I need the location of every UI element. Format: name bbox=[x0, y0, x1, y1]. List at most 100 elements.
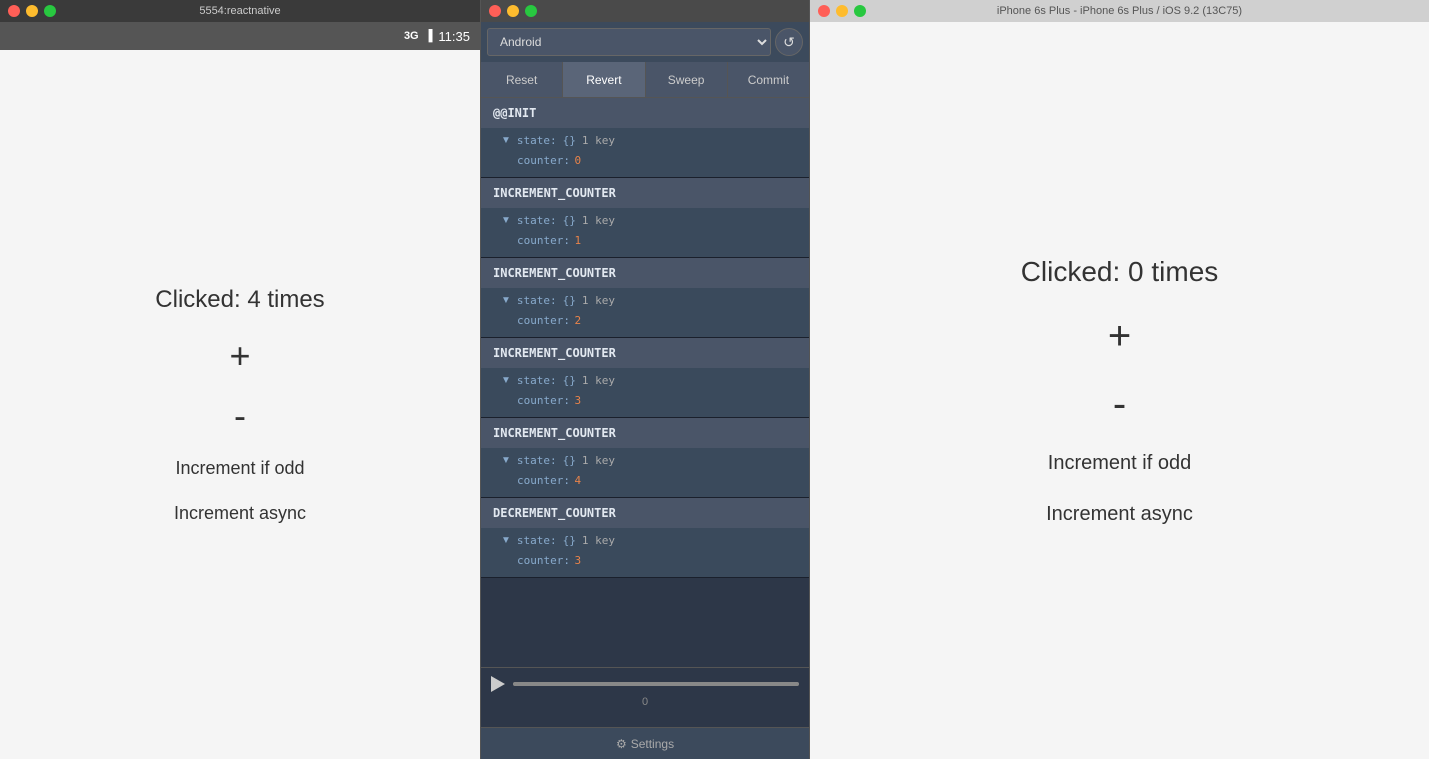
action-name-inc1: INCREMENT_COUNTER bbox=[493, 186, 616, 200]
revert-button[interactable]: Revert bbox=[563, 62, 645, 97]
counter-row-inc1: counter: 1 bbox=[501, 229, 797, 251]
counter-row-dec1: counter: 3 bbox=[501, 549, 797, 571]
left-title-bar: 5554:reactnative bbox=[0, 0, 480, 22]
maximize-icon[interactable] bbox=[525, 5, 537, 17]
counter-value-inc4: 4 bbox=[574, 474, 581, 487]
state-keys-init: 1 key bbox=[582, 134, 615, 147]
counter-row-inc3: counter: 3 bbox=[501, 389, 797, 411]
action-name-init: @@INIT bbox=[493, 106, 536, 120]
state-label-init: state: bbox=[517, 134, 557, 147]
state-keys-inc2: 1 key bbox=[582, 294, 615, 307]
action-group-inc2: INCREMENT_COUNTER ▼ state: {} 1 key coun… bbox=[481, 258, 809, 338]
action-state-inc4: ▼ state: {} 1 key counter: 4 bbox=[481, 448, 809, 497]
action-state-dec1: ▼ state: {} 1 key counter: 3 bbox=[481, 528, 809, 577]
action-header-init[interactable]: @@INIT bbox=[481, 98, 809, 128]
counter-label-init: counter: bbox=[517, 154, 570, 167]
action-header-dec1[interactable]: DECREMENT_COUNTER bbox=[481, 498, 809, 528]
state-row-dec1: ▼ state: {} 1 key bbox=[501, 532, 797, 549]
state-label-inc4: state: bbox=[517, 454, 557, 467]
platform-select[interactable]: AndroidiOS bbox=[487, 28, 771, 56]
action-header-inc4[interactable]: INCREMENT_COUNTER bbox=[481, 418, 809, 448]
ios-increment-async[interactable]: Increment async bbox=[1046, 503, 1193, 526]
close-icon[interactable] bbox=[8, 5, 20, 17]
minimize-icon[interactable] bbox=[26, 5, 38, 17]
android-plus-button[interactable]: + bbox=[229, 338, 250, 374]
right-window-title: iPhone 6s Plus - iPhone 6s Plus / iOS 9.… bbox=[997, 5, 1242, 17]
maximize-icon[interactable] bbox=[44, 5, 56, 17]
state-keys-inc4: 1 key bbox=[582, 454, 615, 467]
counter-label-dec1: counter: bbox=[517, 554, 570, 567]
state-brace-init: {} bbox=[563, 134, 576, 147]
android-minus-button[interactable]: - bbox=[234, 398, 246, 434]
action-header-inc3[interactable]: INCREMENT_COUNTER bbox=[481, 338, 809, 368]
action-group-init: @@INIT ▼ state: {} 1 key counter: 0 bbox=[481, 98, 809, 178]
state-keys-inc3: 1 key bbox=[582, 374, 615, 387]
ios-plus-button[interactable]: + bbox=[1108, 316, 1131, 356]
state-row-inc1: ▼ state: {} 1 key bbox=[501, 212, 797, 229]
action-header-inc2[interactable]: INCREMENT_COUNTER bbox=[481, 258, 809, 288]
close-icon[interactable] bbox=[818, 5, 830, 17]
state-keys-inc1: 1 key bbox=[582, 214, 615, 227]
ios-increment-odd[interactable]: Increment if odd bbox=[1048, 452, 1191, 475]
ios-simulator-panel: iPhone 6s Plus - iPhone 6s Plus / iOS 9.… bbox=[810, 0, 1429, 759]
minimize-icon[interactable] bbox=[836, 5, 848, 17]
state-label-inc3: state: bbox=[517, 374, 557, 387]
android-increment-odd[interactable]: Increment if odd bbox=[175, 458, 304, 479]
network-indicator: 3G bbox=[404, 30, 419, 42]
traffic-lights-right bbox=[818, 5, 866, 17]
state-row-inc4: ▼ state: {} 1 key bbox=[501, 452, 797, 469]
android-increment-async[interactable]: Increment async bbox=[174, 503, 306, 524]
state-keys-dec1: 1 key bbox=[582, 534, 615, 547]
counter-label-inc1: counter: bbox=[517, 234, 570, 247]
state-brace-inc1: {} bbox=[563, 214, 576, 227]
devtools-toolbar: AndroidiOS ↺ bbox=[481, 22, 809, 62]
android-emulator-panel: 5554:reactnative 3G ▐ 11:35 Clicked: 4 t… bbox=[0, 0, 480, 759]
state-brace-inc2: {} bbox=[563, 294, 576, 307]
settings-bar[interactable]: ⚙ Settings bbox=[481, 727, 809, 759]
arrow-icon-inc2: ▼ bbox=[501, 295, 511, 306]
action-name-inc3: INCREMENT_COUNTER bbox=[493, 346, 616, 360]
ios-app-content: Clicked: 0 times + - Increment if odd In… bbox=[810, 22, 1429, 759]
state-row-inc3: ▼ state: {} 1 key bbox=[501, 372, 797, 389]
counter-value-inc1: 1 bbox=[574, 234, 581, 247]
android-status-bar: 3G ▐ 11:35 bbox=[0, 22, 480, 50]
state-label-dec1: state: bbox=[517, 534, 557, 547]
action-state-inc2: ▼ state: {} 1 key counter: 2 bbox=[481, 288, 809, 337]
counter-label-inc2: counter: bbox=[517, 314, 570, 327]
action-group-inc3: INCREMENT_COUNTER ▼ state: {} 1 key coun… bbox=[481, 338, 809, 418]
redux-devtools-panel: AndroidiOS ↺ Reset Revert Sweep Commit @… bbox=[480, 0, 810, 759]
state-brace-dec1: {} bbox=[563, 534, 576, 547]
right-title-bar: iPhone 6s Plus - iPhone 6s Plus / iOS 9.… bbox=[810, 0, 1429, 22]
action-state-init: ▼ state: {} 1 key counter: 0 bbox=[481, 128, 809, 177]
counter-value-inc3: 3 bbox=[574, 394, 581, 407]
action-header-inc1[interactable]: INCREMENT_COUNTER bbox=[481, 178, 809, 208]
commit-button[interactable]: Commit bbox=[728, 62, 809, 97]
arrow-icon-inc4: ▼ bbox=[501, 455, 511, 466]
arrow-icon-dec1: ▼ bbox=[501, 535, 511, 546]
traffic-lights-left bbox=[8, 5, 56, 17]
maximize-icon[interactable] bbox=[854, 5, 866, 17]
state-row-inc2: ▼ state: {} 1 key bbox=[501, 292, 797, 309]
arrow-icon-init: ▼ bbox=[501, 135, 511, 146]
timeline-controls bbox=[491, 676, 799, 692]
timeline-track[interactable] bbox=[513, 682, 799, 686]
traffic-lights-devtools bbox=[489, 5, 537, 17]
settings-label: Settings bbox=[631, 737, 674, 751]
refresh-icon-button[interactable]: ↺ bbox=[775, 28, 803, 56]
sweep-button[interactable]: Sweep bbox=[646, 62, 728, 97]
action-group-inc4: INCREMENT_COUNTER ▼ state: {} 1 key coun… bbox=[481, 418, 809, 498]
left-window-title: 5554:reactnative bbox=[199, 5, 280, 17]
devtools-action-buttons: Reset Revert Sweep Commit bbox=[481, 62, 809, 98]
ios-minus-button[interactable]: - bbox=[1113, 384, 1126, 424]
devtools-timeline: 0 bbox=[481, 667, 809, 727]
play-button[interactable] bbox=[491, 676, 505, 692]
state-brace-inc3: {} bbox=[563, 374, 576, 387]
status-time: 11:35 bbox=[438, 29, 470, 44]
counter-value-init: 0 bbox=[574, 154, 581, 167]
action-name-inc2: INCREMENT_COUNTER bbox=[493, 266, 616, 280]
reset-button[interactable]: Reset bbox=[481, 62, 563, 97]
action-group-inc1: INCREMENT_COUNTER ▼ state: {} 1 key coun… bbox=[481, 178, 809, 258]
minimize-icon[interactable] bbox=[507, 5, 519, 17]
counter-label-inc4: counter: bbox=[517, 474, 570, 487]
close-icon[interactable] bbox=[489, 5, 501, 17]
